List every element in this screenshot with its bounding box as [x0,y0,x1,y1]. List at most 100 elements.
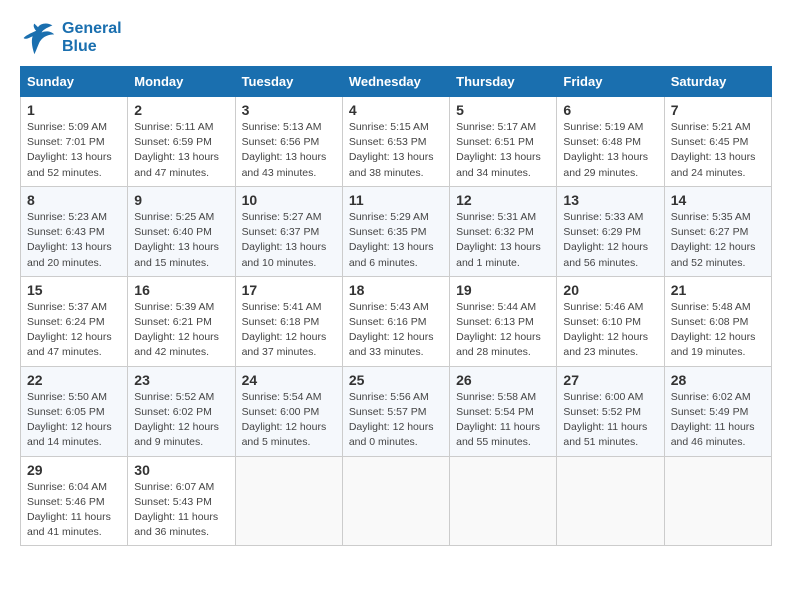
day-number: 10 [242,192,336,208]
day-cell-28: 28 Sunrise: 6:02 AM Sunset: 5:49 PM Dayl… [664,366,771,456]
day-number: 7 [671,102,765,118]
day-cell-2: 2 Sunrise: 5:11 AM Sunset: 6:59 PM Dayli… [128,97,235,187]
day-cell-23: 23 Sunrise: 5:52 AM Sunset: 6:02 PM Dayl… [128,366,235,456]
day-number: 26 [456,372,550,388]
day-number: 20 [563,282,657,298]
day-info: Sunrise: 5:56 AM Sunset: 5:57 PM Dayligh… [349,390,443,451]
day-number: 24 [242,372,336,388]
empty-cell [342,456,449,546]
day-info: Sunrise: 5:31 AM Sunset: 6:32 PM Dayligh… [456,210,550,271]
day-cell-24: 24 Sunrise: 5:54 AM Sunset: 6:00 PM Dayl… [235,366,342,456]
empty-cell [235,456,342,546]
logo: General Blue [20,20,122,56]
day-cell-25: 25 Sunrise: 5:56 AM Sunset: 5:57 PM Dayl… [342,366,449,456]
day-info: Sunrise: 5:27 AM Sunset: 6:37 PM Dayligh… [242,210,336,271]
week-row-1: 1 Sunrise: 5:09 AM Sunset: 7:01 PM Dayli… [21,97,772,187]
day-number: 13 [563,192,657,208]
day-info: Sunrise: 5:37 AM Sunset: 6:24 PM Dayligh… [27,300,121,361]
day-info: Sunrise: 5:41 AM Sunset: 6:18 PM Dayligh… [242,300,336,361]
day-number: 2 [134,102,228,118]
day-number: 15 [27,282,121,298]
day-number: 3 [242,102,336,118]
day-info: Sunrise: 5:29 AM Sunset: 6:35 PM Dayligh… [349,210,443,271]
day-cell-9: 9 Sunrise: 5:25 AM Sunset: 6:40 PM Dayli… [128,186,235,276]
day-cell-1: 1 Sunrise: 5:09 AM Sunset: 7:01 PM Dayli… [21,97,128,187]
logo-text: General Blue [62,20,122,56]
page-header: General Blue [20,20,772,56]
day-cell-4: 4 Sunrise: 5:15 AM Sunset: 6:53 PM Dayli… [342,97,449,187]
day-number: 23 [134,372,228,388]
empty-cell [664,456,771,546]
day-number: 30 [134,462,228,478]
day-info: Sunrise: 5:46 AM Sunset: 6:10 PM Dayligh… [563,300,657,361]
day-number: 18 [349,282,443,298]
day-cell-26: 26 Sunrise: 5:58 AM Sunset: 5:54 PM Dayl… [450,366,557,456]
day-info: Sunrise: 5:54 AM Sunset: 6:00 PM Dayligh… [242,390,336,451]
day-cell-29: 29 Sunrise: 6:04 AM Sunset: 5:46 PM Dayl… [21,456,128,546]
day-cell-5: 5 Sunrise: 5:17 AM Sunset: 6:51 PM Dayli… [450,97,557,187]
day-number: 12 [456,192,550,208]
day-info: Sunrise: 6:04 AM Sunset: 5:46 PM Dayligh… [27,480,121,541]
weekday-header-thursday: Thursday [450,67,557,97]
day-number: 27 [563,372,657,388]
day-cell-22: 22 Sunrise: 5:50 AM Sunset: 6:05 PM Dayl… [21,366,128,456]
weekday-header-wednesday: Wednesday [342,67,449,97]
day-number: 4 [349,102,443,118]
day-number: 16 [134,282,228,298]
day-number: 1 [27,102,121,118]
day-info: Sunrise: 6:07 AM Sunset: 5:43 PM Dayligh… [134,480,228,541]
day-info: Sunrise: 5:13 AM Sunset: 6:56 PM Dayligh… [242,120,336,181]
day-number: 19 [456,282,550,298]
day-number: 28 [671,372,765,388]
week-row-5: 29 Sunrise: 6:04 AM Sunset: 5:46 PM Dayl… [21,456,772,546]
day-cell-17: 17 Sunrise: 5:41 AM Sunset: 6:18 PM Dayl… [235,276,342,366]
day-info: Sunrise: 5:33 AM Sunset: 6:29 PM Dayligh… [563,210,657,271]
day-info: Sunrise: 5:50 AM Sunset: 6:05 PM Dayligh… [27,390,121,451]
day-info: Sunrise: 5:09 AM Sunset: 7:01 PM Dayligh… [27,120,121,181]
day-info: Sunrise: 5:23 AM Sunset: 6:43 PM Dayligh… [27,210,121,271]
day-info: Sunrise: 5:17 AM Sunset: 6:51 PM Dayligh… [456,120,550,181]
day-number: 17 [242,282,336,298]
day-number: 25 [349,372,443,388]
day-cell-16: 16 Sunrise: 5:39 AM Sunset: 6:21 PM Dayl… [128,276,235,366]
day-number: 22 [27,372,121,388]
day-number: 9 [134,192,228,208]
day-number: 14 [671,192,765,208]
weekday-header-saturday: Saturday [664,67,771,97]
header-row: SundayMondayTuesdayWednesdayThursdayFrid… [21,67,772,97]
day-info: Sunrise: 5:25 AM Sunset: 6:40 PM Dayligh… [134,210,228,271]
calendar-table: SundayMondayTuesdayWednesdayThursdayFrid… [20,66,772,546]
day-info: Sunrise: 5:39 AM Sunset: 6:21 PM Dayligh… [134,300,228,361]
day-cell-21: 21 Sunrise: 5:48 AM Sunset: 6:08 PM Dayl… [664,276,771,366]
day-info: Sunrise: 5:15 AM Sunset: 6:53 PM Dayligh… [349,120,443,181]
weekday-header-monday: Monday [128,67,235,97]
day-info: Sunrise: 5:11 AM Sunset: 6:59 PM Dayligh… [134,120,228,181]
day-number: 8 [27,192,121,208]
day-cell-14: 14 Sunrise: 5:35 AM Sunset: 6:27 PM Dayl… [664,186,771,276]
day-cell-10: 10 Sunrise: 5:27 AM Sunset: 6:37 PM Dayl… [235,186,342,276]
day-cell-27: 27 Sunrise: 6:00 AM Sunset: 5:52 PM Dayl… [557,366,664,456]
day-number: 11 [349,192,443,208]
day-number: 5 [456,102,550,118]
day-cell-7: 7 Sunrise: 5:21 AM Sunset: 6:45 PM Dayli… [664,97,771,187]
day-cell-19: 19 Sunrise: 5:44 AM Sunset: 6:13 PM Dayl… [450,276,557,366]
day-info: Sunrise: 6:00 AM Sunset: 5:52 PM Dayligh… [563,390,657,451]
week-row-3: 15 Sunrise: 5:37 AM Sunset: 6:24 PM Dayl… [21,276,772,366]
week-row-4: 22 Sunrise: 5:50 AM Sunset: 6:05 PM Dayl… [21,366,772,456]
day-cell-18: 18 Sunrise: 5:43 AM Sunset: 6:16 PM Dayl… [342,276,449,366]
weekday-header-tuesday: Tuesday [235,67,342,97]
weekday-header-friday: Friday [557,67,664,97]
day-info: Sunrise: 5:43 AM Sunset: 6:16 PM Dayligh… [349,300,443,361]
day-cell-13: 13 Sunrise: 5:33 AM Sunset: 6:29 PM Dayl… [557,186,664,276]
day-info: Sunrise: 5:58 AM Sunset: 5:54 PM Dayligh… [456,390,550,451]
empty-cell [450,456,557,546]
day-info: Sunrise: 5:35 AM Sunset: 6:27 PM Dayligh… [671,210,765,271]
logo-icon [20,20,56,56]
day-cell-3: 3 Sunrise: 5:13 AM Sunset: 6:56 PM Dayli… [235,97,342,187]
weekday-header-sunday: Sunday [21,67,128,97]
day-number: 29 [27,462,121,478]
day-cell-12: 12 Sunrise: 5:31 AM Sunset: 6:32 PM Dayl… [450,186,557,276]
empty-cell [557,456,664,546]
day-info: Sunrise: 5:52 AM Sunset: 6:02 PM Dayligh… [134,390,228,451]
day-cell-6: 6 Sunrise: 5:19 AM Sunset: 6:48 PM Dayli… [557,97,664,187]
